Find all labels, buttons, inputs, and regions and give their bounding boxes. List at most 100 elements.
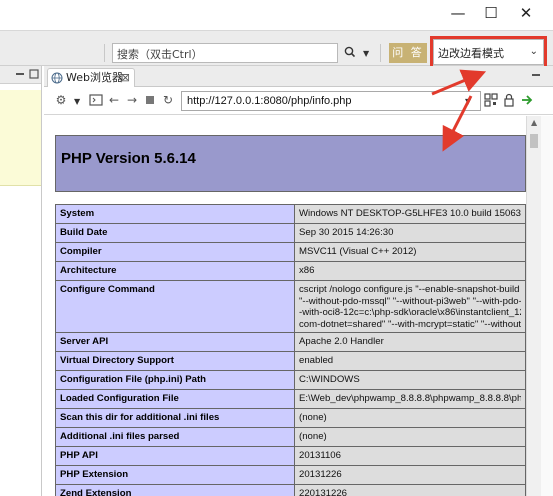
table-row: Zend Extension 220131226 (55, 484, 526, 496)
settings-dropdown-icon[interactable]: ▼ (74, 97, 80, 106)
browser-page-content: PHP Version 5.6.14 System Windows NT DESK… (44, 116, 526, 496)
info-value-cell: Apache 2.0 Handler (294, 332, 526, 353)
php-info-table-body: System Windows NT DESKTOP-G5LHFE3 10.0 bu… (55, 204, 526, 496)
back-arrow-icon[interactable]: ← (107, 93, 121, 107)
toolbar-divider (104, 44, 105, 62)
go-arrow-icon[interactable] (520, 93, 534, 107)
table-row: System Windows NT DESKTOP-G5LHFE3 10.0 bu… (55, 204, 526, 224)
info-value-line: (none) (299, 431, 327, 443)
window-title-bar: — ☐ ✕ (0, 0, 553, 30)
info-value-line: -with-oci8-12c=c:\php-sdk\oracle\x86\ins… (299, 307, 521, 319)
right-edge-panel (541, 116, 553, 496)
wenda-button[interactable]: 问 答 (389, 43, 427, 63)
minimize-button[interactable]: — (440, 0, 476, 26)
info-key-cell: Configure Command (55, 279, 295, 334)
info-key-cell: PHP API (55, 446, 295, 467)
close-button[interactable]: ✕ (508, 0, 544, 26)
info-value-cell: (none) (294, 427, 526, 448)
forward-arrow-icon[interactable]: → (125, 93, 139, 107)
search-input[interactable]: 搜索（双击Ctrl） (112, 43, 338, 63)
info-value-cell: MSVC11 (Visual C++ 2012) (294, 242, 526, 262)
info-value-line: (none) (299, 412, 327, 424)
left-panel-header (0, 66, 41, 84)
info-key-cell: Compiler (55, 242, 295, 262)
info-key-cell: Scan this dir for additional .ini files (55, 408, 295, 429)
info-key-cell: System (55, 204, 295, 224)
lock-icon[interactable] (502, 93, 516, 107)
search-icon[interactable] (343, 44, 357, 60)
minimize-panel-icon[interactable] (15, 69, 25, 79)
toolbar-divider (380, 44, 381, 62)
table-row: Additional .ini files parsed (none) (55, 427, 526, 448)
url-input[interactable]: http://127.0.0.1:8080/php/info.php (181, 91, 481, 111)
info-value-cell: 20131106 (294, 446, 526, 467)
stop-icon[interactable] (143, 93, 157, 107)
scroll-up-icon[interactable]: ▲ (531, 118, 537, 127)
info-value-line: Sep 30 2015 14:26:30 (299, 227, 394, 238)
gear-icon[interactable]: ⚙ (54, 93, 68, 107)
info-value-cell: cscript /nologo configure.js "--enable-s… (294, 279, 526, 334)
info-value-cell: x86 (294, 261, 526, 281)
chevron-down-icon: ⌄ (529, 46, 538, 57)
refresh-icon[interactable]: ↻ (161, 93, 175, 107)
info-value-line: cscript /nologo configure.js "--enable-s… (299, 284, 520, 295)
info-value-cell: Windows NT DESKTOP-G5LHFE3 10.0 build 15… (294, 204, 526, 224)
info-value-line: x86 (299, 265, 315, 276)
info-value-line: 20131226 (299, 469, 342, 481)
table-row: Virtual Directory Support enabled (55, 351, 526, 372)
info-key-cell: Configuration File (php.ini) Path (55, 370, 295, 391)
info-value-line: "--without-pdo-mssql" "--without-pi3web"… (299, 295, 521, 307)
info-value-cell: 220131226 (294, 484, 526, 496)
left-panel-selection (0, 90, 41, 186)
close-tab-icon[interactable]: ⊠ (121, 69, 130, 86)
globe-icon (51, 72, 63, 84)
table-row: Configuration File (php.ini) Path C:\WIND… (55, 370, 526, 391)
browser-toolbar: ⚙ ▼ ← → ↻ http://127.0.0.1:8080/php/info… (44, 87, 553, 115)
info-value-cell: 20131226 (294, 465, 526, 486)
terminal-icon[interactable] (89, 93, 103, 107)
php-version-title: PHP Version 5.6.14 (61, 150, 196, 167)
maximize-panel-icon[interactable] (29, 69, 39, 79)
php-info-table: System Windows NT DESKTOP-G5LHFE3 10.0 bu… (55, 204, 526, 496)
info-key-cell: PHP Extension (55, 465, 295, 486)
info-key-cell: Architecture (55, 261, 295, 281)
table-row: Scan this dir for additional .ini files (… (55, 408, 526, 429)
info-value-line: E:\Web_dev\phpwamp_8.8.8.8\phpwamp_8.8.8… (299, 393, 521, 405)
close-icon: ✕ (519, 4, 533, 22)
scrollbar-thumb[interactable] (530, 134, 538, 148)
minimize-icon: — (450, 4, 466, 22)
info-value-line: Windows NT DESKTOP-G5LHFE3 10.0 build 15… (299, 208, 521, 219)
info-value-cell: E:\Web_dev\phpwamp_8.8.8.8\phpwamp_8.8.8… (294, 389, 526, 410)
info-value-line: C:\WINDOWS (299, 374, 360, 386)
minimize-editor-icon[interactable] (531, 70, 541, 80)
info-value-cell: C:\WINDOWS (294, 370, 526, 391)
maximize-button[interactable]: ☐ (473, 0, 509, 26)
table-row: Architecture x86 (55, 261, 526, 281)
table-row: Configure Command cscript /nologo configu… (55, 279, 526, 334)
info-key-cell: Server API (55, 332, 295, 353)
info-value-line: com-dotnet=shared" "--with-mcrypt=static… (299, 318, 521, 330)
mode-select-value: 边改边看模式 (438, 47, 504, 60)
table-row: Loaded Configuration File E:\Web_dev\phpw… (55, 389, 526, 410)
url-dropdown-icon[interactable]: ▼ (465, 97, 471, 106)
mode-select[interactable]: 边改边看模式 ⌄ (433, 39, 544, 65)
info-key-cell: Loaded Configuration File (55, 389, 295, 410)
info-value-cell: (none) (294, 408, 526, 429)
tab-web-browser[interactable]: Web浏览器 ⊠ (47, 68, 135, 87)
info-value-cell: Sep 30 2015 14:26:30 (294, 223, 526, 243)
info-value-line: Apache 2.0 Handler (299, 336, 384, 348)
qr-code-icon[interactable] (484, 93, 498, 107)
info-key-cell: Additional .ini files parsed (55, 427, 295, 448)
editor-tab-bar: Web浏览器 ⊠ (44, 66, 553, 87)
table-row: Compiler MSVC11 (Visual C++ 2012) (55, 242, 526, 262)
info-key-cell: Build Date (55, 223, 295, 243)
table-row: Build Date Sep 30 2015 14:26:30 (55, 223, 526, 243)
table-row: PHP API 20131106 (55, 446, 526, 467)
content-scrollbar[interactable]: ▲ (526, 116, 541, 496)
info-value-line: MSVC11 (Visual C++ 2012) (299, 246, 417, 257)
search-dropdown-icon[interactable]: ▼ (363, 49, 369, 58)
info-value-line: enabled (299, 355, 334, 367)
maximize-icon: ☐ (484, 4, 498, 22)
table-row: Server API Apache 2.0 Handler (55, 332, 526, 353)
table-row: PHP Extension 20131226 (55, 465, 526, 486)
